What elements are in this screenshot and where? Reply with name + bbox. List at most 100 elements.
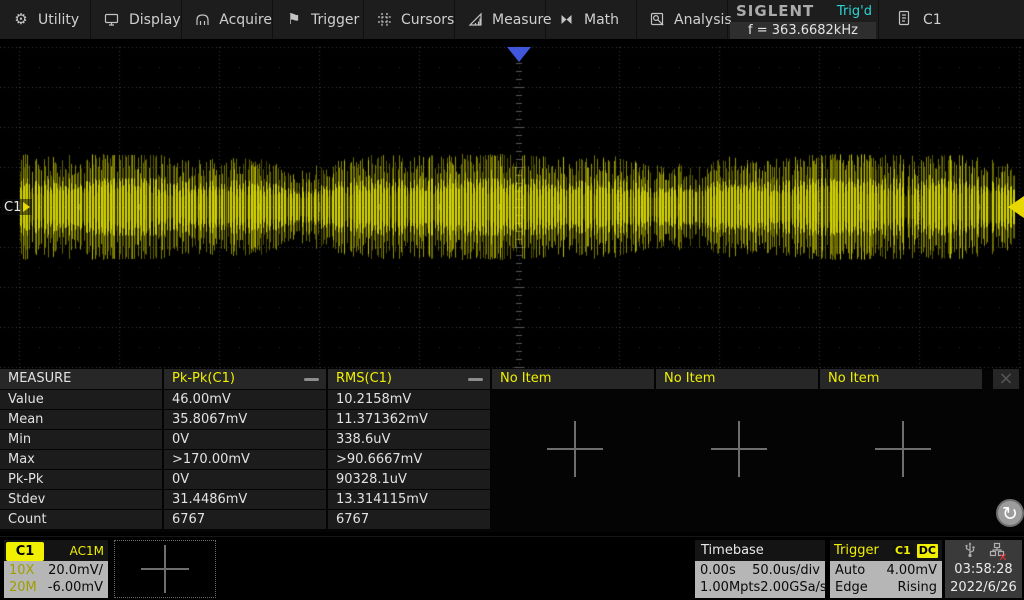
stat-value: 0V <box>164 470 326 489</box>
menu-item-label: Display <box>129 12 181 28</box>
stat-value: 35.8067mV <box>164 410 326 429</box>
clipboard-icon <box>897 10 911 30</box>
remove-measure-icon[interactable] <box>304 378 319 381</box>
sample-rate: 2.00GSa/s <box>760 580 826 596</box>
gear-icon: ⚙ <box>13 12 29 27</box>
timebase-panel[interactable]: Timebase 0.00s 50.0us/div 1.00Mpts 2.00G… <box>695 540 825 598</box>
measure-column-empty-1[interactable]: No Item <box>492 369 654 389</box>
memory-depth: 1.00Mpts <box>700 580 760 596</box>
brand-status-block: SIGLENT Trig'd f = 363.6682kHz <box>728 0 878 39</box>
siglent-logo: SIGLENT <box>736 2 814 20</box>
measure-panel: MEASURE Pk-Pk(C1) RMS(C1) No Item No Ite… <box>0 369 1024 532</box>
trigger-position-marker[interactable] <box>507 47 531 62</box>
clock-date: 2022/6/26 <box>950 579 1017 597</box>
probe-attenuation: 10X <box>9 563 34 579</box>
table-row: Count 6767 6767 <box>0 510 1024 529</box>
table-row: Stdev 31.4486mV 13.314115mV <box>0 490 1024 509</box>
stat-value: 31.4486mV <box>164 490 326 509</box>
menu-item-trigger[interactable]: ⚑ Trigger <box>273 0 364 39</box>
menu-item-label: Cursors <box>401 12 454 28</box>
stat-value: 11.371362mV <box>328 410 490 429</box>
math-icon <box>559 12 575 27</box>
analysis-icon <box>650 12 665 27</box>
add-measure-icon[interactable] <box>711 421 767 477</box>
channel-offset-label: C1 <box>4 200 21 215</box>
stat-value: 10.2158mV <box>328 390 490 409</box>
stat-value: >90.6667mV <box>328 450 490 469</box>
stat-value: 338.6uV <box>328 430 490 449</box>
waveform-display[interactable] <box>0 43 1024 369</box>
timebase-delay: 0.00s <box>700 563 736 579</box>
trigger-level-marker[interactable] <box>1008 196 1024 218</box>
add-measure-icon[interactable] <box>875 421 931 477</box>
clock-time: 03:58:28 <box>954 561 1012 579</box>
add-channel-icon <box>141 545 189 593</box>
measure-column-empty-2[interactable]: No Item <box>656 369 818 389</box>
bottom-bar: C1 AC1M 10X 20.0mV/ 20M -6.00mV Timebase <box>0 536 1024 600</box>
reset-statistics-icon[interactable]: ↻ <box>996 499 1024 527</box>
stat-value: 90328.1uV <box>328 470 490 489</box>
measure-column-rms[interactable]: RMS(C1) <box>328 369 490 389</box>
lan-disconnected-icon: ✕ <box>998 551 1007 564</box>
display-icon <box>104 12 120 27</box>
menu-item-label: Utility <box>38 12 79 28</box>
stat-value: 6767 <box>328 510 490 529</box>
stat-value: 0V <box>164 430 326 449</box>
channel-badge: C1 <box>6 542 44 561</box>
status-panel: ✕ 03:58:28 2022/6/26 <box>945 540 1022 598</box>
table-row: Max >170.00mV >90.6667mV <box>0 450 1024 469</box>
measure-column-label: RMS(C1) <box>336 369 392 389</box>
stat-value: >170.00mV <box>164 450 326 469</box>
channel-offset-marker[interactable]: C1 <box>2 199 32 215</box>
measure-column-label: Pk-Pk(C1) <box>172 369 235 389</box>
close-measure-icon[interactable]: × <box>993 369 1019 389</box>
menu-bar: ⚙ Utility Display Acquire ⚑ Trigger Curs… <box>0 0 1024 42</box>
menu-item-analysis[interactable]: Analysis <box>637 0 728 39</box>
trigger-coupling-badge: DC <box>917 544 938 558</box>
channel-1-panel[interactable]: C1 AC1M 10X 20.0mV/ 20M -6.00mV <box>4 540 108 598</box>
cursors-icon <box>377 12 392 27</box>
measure-column-pkpk[interactable]: Pk-Pk(C1) <box>164 369 326 389</box>
stat-value: 46.00mV <box>164 390 326 409</box>
add-measure-icon[interactable] <box>547 421 603 477</box>
trigger-source-badge: C1 <box>893 544 913 558</box>
table-row: Value 46.00mV 10.2158mV <box>0 390 1024 409</box>
table-row: Min 0V 338.6uV <box>0 430 1024 449</box>
menu-item-cursors[interactable]: Cursors <box>364 0 455 39</box>
stat-label: Stdev <box>0 490 162 509</box>
trigger-status-badge: Trig'd <box>837 4 872 19</box>
stat-value: 6767 <box>164 510 326 529</box>
table-row: Pk-Pk 0V 90328.1uV <box>0 470 1024 489</box>
menu-item-measure[interactable]: Measure <box>455 0 546 39</box>
menu-item-math[interactable]: Math <box>546 0 637 39</box>
trigger-type: Edge <box>835 580 868 596</box>
bandwidth-limit: 20M <box>9 580 37 596</box>
active-channel-menu[interactable]: C1 <box>878 0 1024 39</box>
timebase-scale: 50.0us/div <box>752 563 820 579</box>
remove-measure-icon[interactable] <box>468 378 483 381</box>
stat-label: Min <box>0 430 162 449</box>
measure-header-row: MEASURE Pk-Pk(C1) RMS(C1) No Item No Ite… <box>0 369 1024 389</box>
vertical-offset: -6.00mV <box>48 580 103 596</box>
trigger-panel[interactable]: Trigger C1 DC Auto 4.00mV Edge Rising <box>830 540 942 598</box>
oscilloscope-screen: ⚙ Utility Display Acquire ⚑ Trigger Curs… <box>0 0 1024 600</box>
acquire-icon <box>195 12 210 27</box>
add-channel-box[interactable] <box>114 540 216 598</box>
menu-item-utility[interactable]: ⚙ Utility <box>0 0 91 39</box>
vertical-scale: 20.0mV/ <box>48 563 103 579</box>
trigger-mode: Auto <box>835 563 865 579</box>
stat-label: Value <box>0 390 162 409</box>
menu-item-label: Trigger <box>311 12 359 28</box>
menu-item-acquire[interactable]: Acquire <box>182 0 273 39</box>
stat-value: 13.314115mV <box>328 490 490 509</box>
menu-item-display[interactable]: Display <box>91 0 182 39</box>
channel-coupling: AC1M <box>70 544 108 558</box>
trigger-title: Trigger <box>834 543 879 558</box>
lan-icon: ✕ <box>989 542 1005 561</box>
measure-ruler-icon <box>468 12 483 27</box>
frequency-readout: f = 363.6682kHz <box>730 22 876 39</box>
measure-column-empty-3[interactable]: No Item <box>820 369 982 389</box>
stat-label: Count <box>0 510 162 529</box>
measure-title: MEASURE <box>0 369 162 389</box>
timebase-title: Timebase <box>695 540 825 561</box>
